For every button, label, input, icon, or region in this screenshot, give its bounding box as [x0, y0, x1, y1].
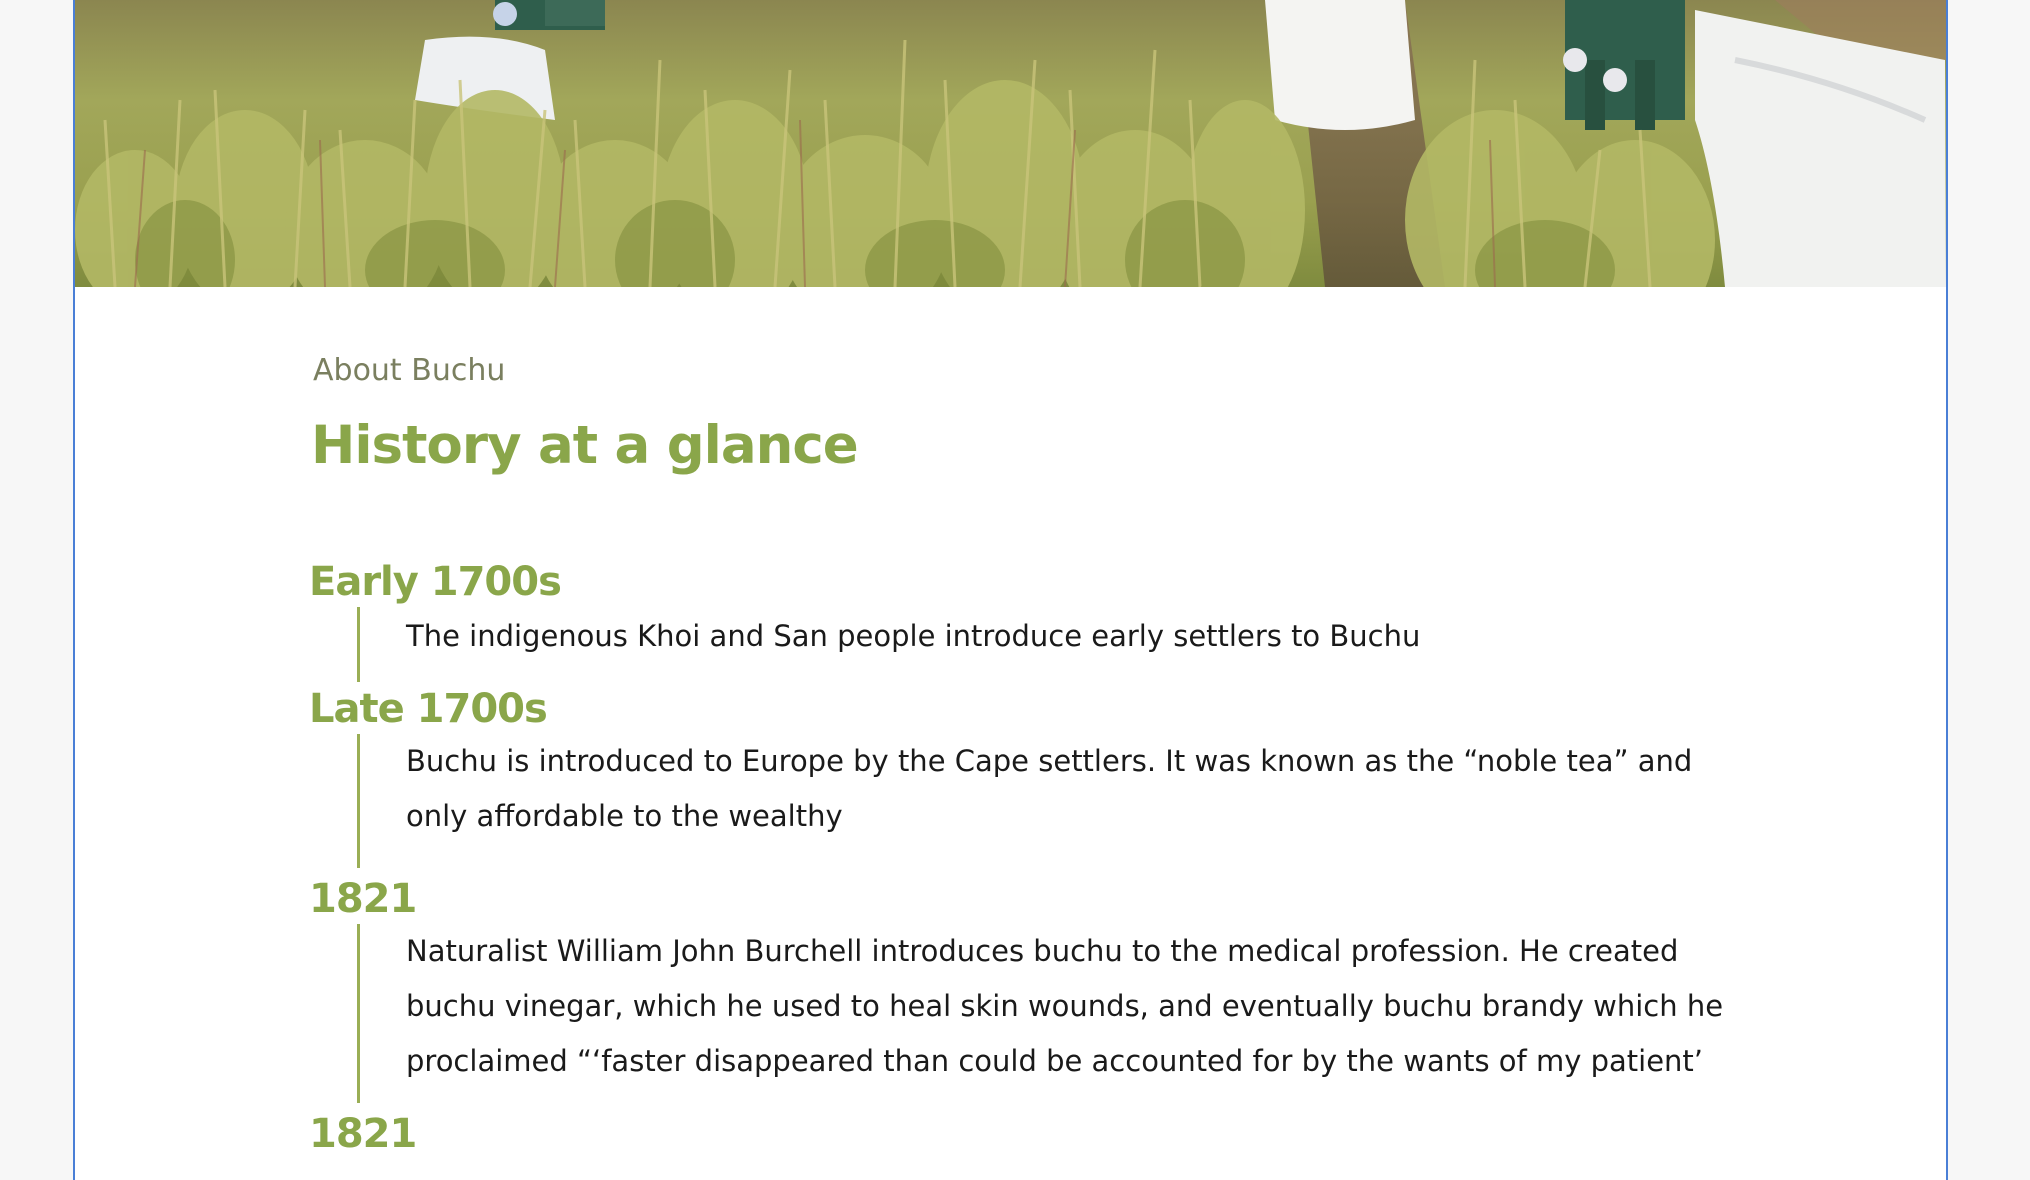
timeline-text-line: Naturalist William John Burchell introdu… [406, 934, 1679, 968]
timeline-text-line: The indigenous Khoi and San people intro… [406, 619, 1421, 653]
timeline-text-line: buchu vinegar, which he used to heal ski… [406, 989, 1724, 1023]
timeline-entry: 1821 Naturalist William John Burchell in… [309, 874, 1809, 1103]
timeline-text-line: Buchu is introduced to Europe by the Cap… [406, 744, 1693, 778]
page-frame: About Buchu History at a glance Early 17… [73, 0, 1948, 1180]
timeline-text-line: only affordable to the wealthy [406, 799, 843, 833]
buchu-field-photo [75, 0, 1946, 287]
timeline-entry: Late 1700s Buchu is introduced to Europe… [309, 684, 1809, 868]
timeline-year: 1821 [309, 1111, 417, 1157]
timeline-description: Buchu is introduced to Europe by the Cap… [357, 734, 1809, 868]
timeline-text-line: proclaimed “‘faster disappeared than cou… [406, 1044, 1704, 1078]
section-eyebrow: About Buchu [313, 353, 506, 388]
timeline-year: Early 1700s [309, 559, 562, 605]
timeline-description: The indigenous Khoi and San people intro… [357, 607, 1809, 682]
history-timeline: Early 1700s The indigenous Khoi and San … [309, 557, 1809, 1159]
timeline-entry: 1821 [309, 1109, 1809, 1159]
timeline-description: Naturalist William John Burchell introdu… [357, 924, 1809, 1103]
page-title: History at a glance [311, 415, 859, 476]
timeline-year: Late 1700s [309, 686, 548, 732]
timeline-entry: Early 1700s The indigenous Khoi and San … [309, 557, 1809, 682]
hero-image [75, 0, 1946, 287]
timeline-year: 1821 [309, 876, 417, 922]
